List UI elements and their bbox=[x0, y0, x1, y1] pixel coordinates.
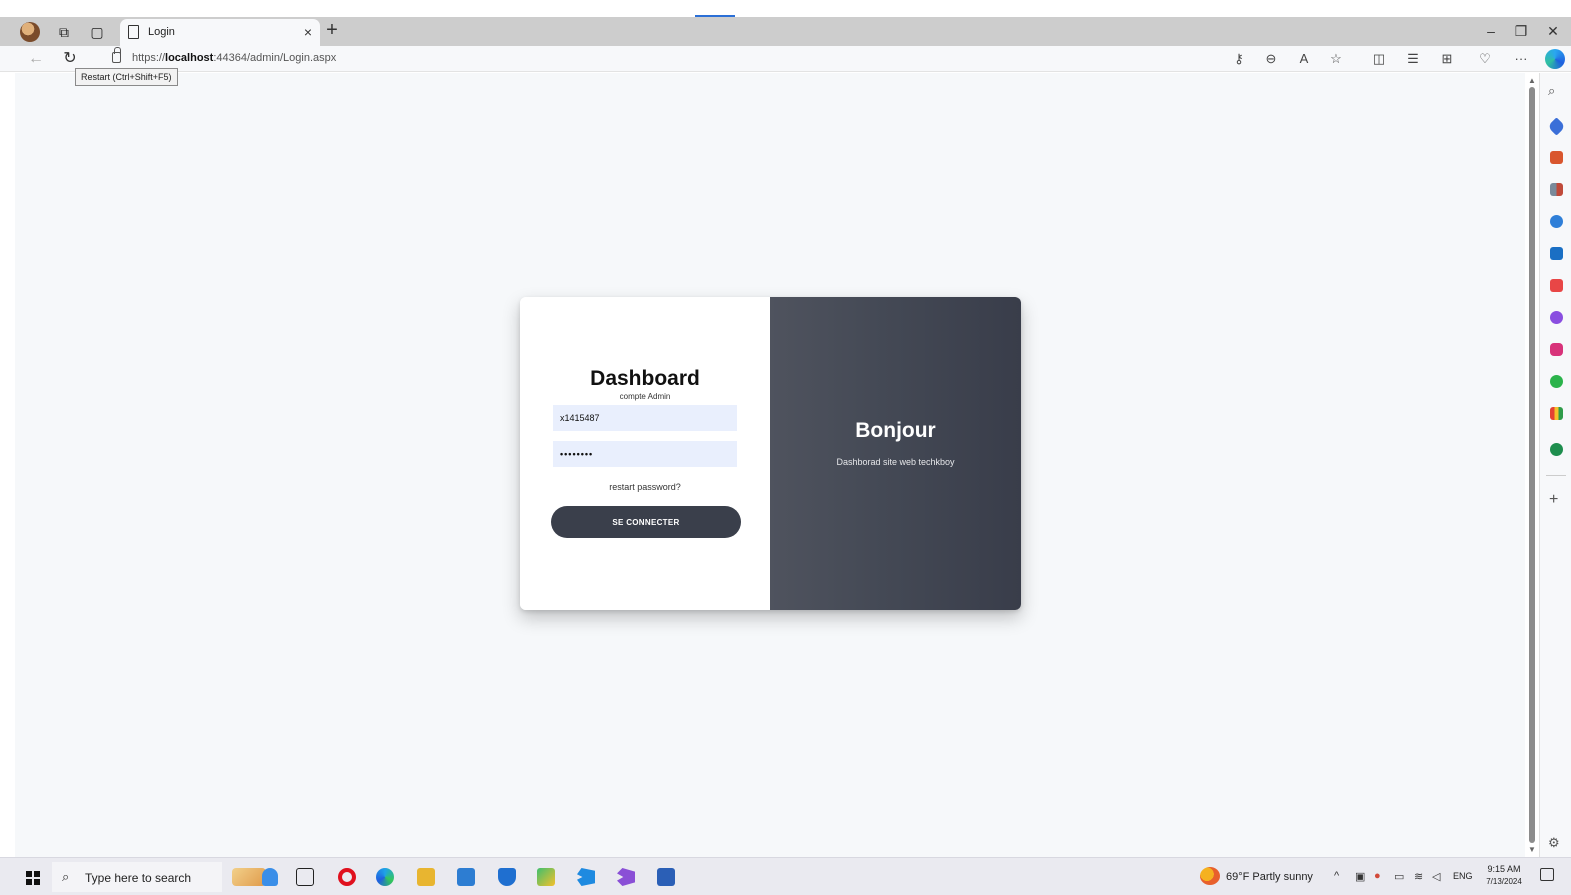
edge-sidebar: ⌕ + ⚙ bbox=[1539, 73, 1571, 857]
mail-icon[interactable] bbox=[498, 868, 516, 886]
outlook-icon[interactable] bbox=[1550, 247, 1563, 260]
read-aloud-icon[interactable]: A bbox=[1294, 49, 1314, 69]
copilot-icon[interactable] bbox=[1545, 49, 1565, 69]
wifi-icon[interactable]: ≋ bbox=[1414, 870, 1423, 883]
tray-chevron-icon[interactable]: ^ bbox=[1334, 870, 1339, 882]
navigation-bar: ← ↻ https://localhost:44364/admin/Login.… bbox=[0, 46, 1571, 72]
taskbar-search-placeholder: Type here to search bbox=[85, 871, 192, 885]
username-input[interactable] bbox=[553, 405, 737, 431]
notifications-icon[interactable] bbox=[1540, 868, 1554, 881]
favorite-star-icon[interactable]: ☆ bbox=[1326, 49, 1346, 69]
login-button[interactable]: SE CONNECTER bbox=[551, 506, 741, 538]
gmail-icon[interactable] bbox=[1550, 407, 1563, 420]
profile-avatar-icon[interactable] bbox=[20, 22, 40, 42]
store-icon[interactable] bbox=[457, 868, 475, 886]
games-icon[interactable] bbox=[1550, 183, 1563, 196]
page-viewport: Dashboard compte Admin restart password?… bbox=[15, 73, 1525, 857]
music-icon[interactable] bbox=[1550, 279, 1563, 292]
login-title: Dashboard bbox=[590, 367, 700, 390]
refresh-icon[interactable]: ↻ bbox=[60, 49, 80, 69]
zoom-icon[interactable]: ⊖ bbox=[1261, 49, 1281, 69]
search-icon: ⌕ bbox=[62, 869, 70, 884]
tab-login[interactable]: Login × bbox=[120, 19, 320, 46]
address-bar[interactable]: https://localhost:44364/admin/Login.aspx bbox=[96, 47, 1336, 69]
whatsapp-icon[interactable] bbox=[1550, 375, 1563, 388]
window-top-strip bbox=[0, 0, 1571, 17]
taskbar-search-box[interactable]: ⌕ Type here to search bbox=[52, 862, 222, 892]
sidebar-settings-icon[interactable]: ⚙ bbox=[1548, 835, 1560, 851]
back-arrow-icon[interactable]: ← bbox=[26, 49, 46, 69]
sidebar-search-icon[interactable]: ⌕ bbox=[1548, 83, 1555, 99]
tray-app-icon[interactable]: ▣ bbox=[1355, 870, 1365, 883]
visual-studio-icon[interactable] bbox=[617, 868, 635, 886]
task-view-icon[interactable] bbox=[296, 868, 314, 886]
login-subtitle: compte Admin bbox=[619, 392, 671, 401]
lock-icon[interactable] bbox=[112, 47, 121, 63]
app-icon[interactable] bbox=[1550, 443, 1563, 456]
login-card: Dashboard compte Admin restart password?… bbox=[520, 297, 1021, 610]
scroll-thumb[interactable] bbox=[1529, 87, 1535, 843]
sidebar-divider bbox=[1546, 475, 1566, 476]
minimize-icon[interactable]: – bbox=[1479, 21, 1503, 41]
search-highlight-icon[interactable] bbox=[232, 868, 266, 886]
language-indicator[interactable]: ENG bbox=[1453, 871, 1473, 881]
opera-icon[interactable] bbox=[338, 868, 356, 886]
file-explorer-icon[interactable] bbox=[417, 868, 435, 886]
page-scrollbar[interactable]: ▲ ▼ bbox=[1525, 73, 1539, 857]
instagram-icon[interactable] bbox=[1550, 343, 1563, 356]
volume-icon[interactable]: ◁ bbox=[1432, 870, 1440, 883]
scroll-down-icon[interactable]: ▼ bbox=[1527, 845, 1537, 854]
weather-text[interactable]: 69°F Partly sunny bbox=[1226, 871, 1313, 883]
clock-time[interactable]: 9:15 AM bbox=[1484, 864, 1524, 874]
more-icon[interactable]: ··· bbox=[1511, 49, 1531, 69]
tools-briefcase-icon[interactable] bbox=[1550, 151, 1563, 164]
browser-essentials-icon[interactable]: ♡ bbox=[1475, 49, 1495, 69]
restore-icon[interactable]: ❐ bbox=[1509, 21, 1533, 41]
sidebar-add-icon[interactable]: + bbox=[1549, 491, 1558, 509]
favorites-icon[interactable]: ☰ bbox=[1403, 49, 1423, 69]
collections-icon[interactable]: ⊞ bbox=[1437, 49, 1457, 69]
workspaces-icon[interactable]: ⧉ bbox=[54, 22, 74, 42]
tab-actions-icon[interactable]: ▢ bbox=[87, 22, 107, 42]
welcome-title: Bonjour bbox=[855, 419, 936, 442]
messenger-icon[interactable] bbox=[1550, 311, 1563, 324]
tab-close-icon[interactable]: × bbox=[304, 24, 312, 40]
windows-start-icon[interactable] bbox=[26, 871, 40, 885]
welcome-panel: Bonjour Dashborad site web techkboy bbox=[770, 297, 1021, 610]
tab-bar: ⧉ ▢ Login × + – ❐ ✕ bbox=[0, 17, 1571, 46]
office-icon[interactable] bbox=[1550, 215, 1563, 228]
vscode-icon[interactable] bbox=[577, 868, 595, 886]
weather-icon[interactable] bbox=[1200, 867, 1220, 885]
login-panel: Dashboard compte Admin restart password?… bbox=[520, 297, 770, 610]
split-screen-icon[interactable]: ◫ bbox=[1369, 49, 1389, 69]
app-icon-colorful[interactable] bbox=[537, 868, 555, 886]
password-input[interactable] bbox=[553, 441, 737, 467]
welcome-text: Dashborad site web techkboy bbox=[836, 457, 955, 467]
close-window-icon[interactable]: ✕ bbox=[1541, 21, 1565, 41]
word-icon[interactable] bbox=[657, 868, 675, 886]
tray-security-icon[interactable]: ● bbox=[1374, 870, 1381, 882]
edge-browser-icon[interactable] bbox=[376, 868, 394, 886]
clock-date[interactable]: 7/13/2024 bbox=[1480, 877, 1528, 886]
battery-icon[interactable]: ▭ bbox=[1394, 870, 1404, 883]
tab-title: Login bbox=[148, 26, 175, 38]
new-tab-button[interactable]: + bbox=[322, 20, 342, 40]
shopping-tag-icon[interactable] bbox=[1547, 117, 1566, 136]
highlight-figure-icon bbox=[262, 868, 278, 886]
scroll-up-icon[interactable]: ▲ bbox=[1527, 76, 1537, 85]
window-left-edge bbox=[0, 73, 15, 857]
taskbar: ⌕ Type here to search 69°F Partly sunny … bbox=[0, 857, 1571, 895]
url-text[interactable]: https://localhost:44364/admin/Login.aspx bbox=[132, 52, 336, 64]
restart-tooltip: Restart (Ctrl+Shift+F5) bbox=[75, 68, 178, 86]
key-icon[interactable]: ⚷ bbox=[1229, 49, 1249, 69]
restart-password-link[interactable]: restart password? bbox=[520, 482, 770, 492]
page-icon bbox=[128, 25, 139, 39]
